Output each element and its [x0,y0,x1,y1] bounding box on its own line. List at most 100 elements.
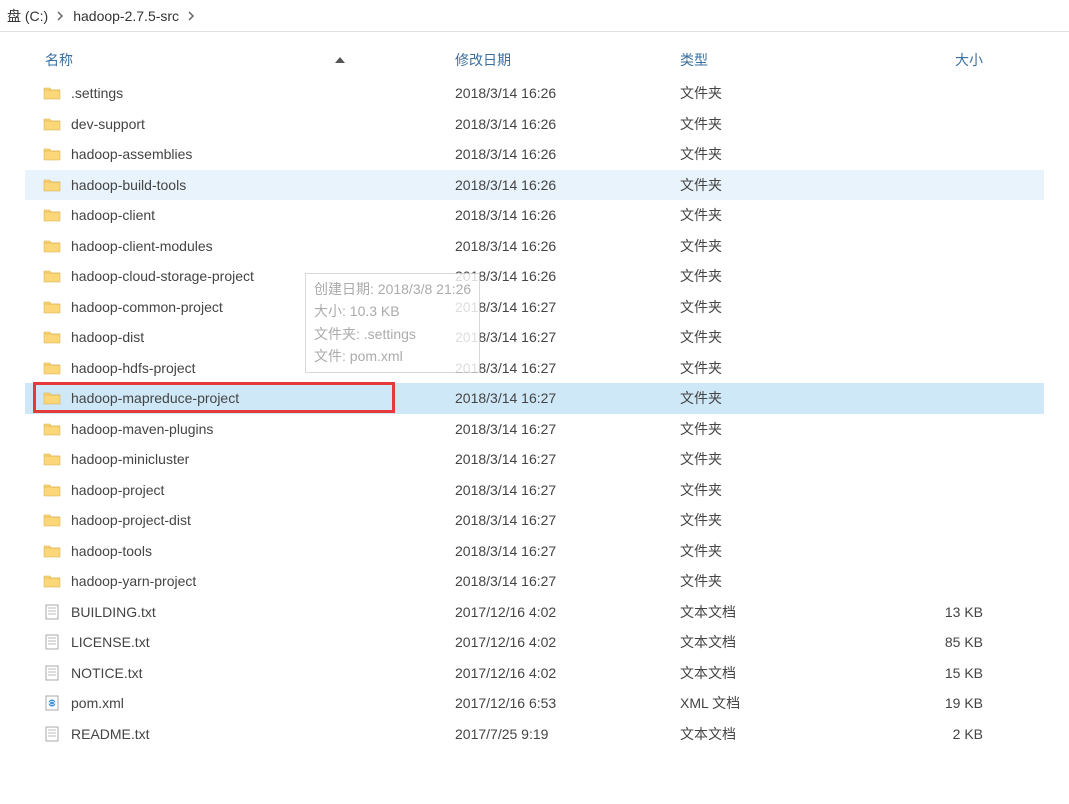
folder-icon [43,206,61,224]
file-size: 19 KB [880,695,995,711]
file-row[interactable]: hadoop-dist 2018/3/14 16:27文件夹 [25,322,1044,353]
column-header-type[interactable]: 类型 [680,50,880,70]
file-rows-container: 创建日期: 2018/3/8 21:26 大小: 10.3 KB 文件夹: .s… [25,78,1044,749]
file-list-panel: 名称 修改日期 类型 大小 创建日期: 2018/3/8 21:26 大小: 1… [0,32,1069,759]
file-row[interactable]: hadoop-client-modules2018/3/14 16:26文件夹 [25,231,1044,262]
file-date: 2018/3/14 16:27 [455,421,680,437]
folder-icon [43,176,61,194]
file-type: 文件夹 [680,388,880,408]
folder-icon [43,389,61,407]
file-date: 2018/3/14 16:27 [455,360,680,376]
file-type: 文件夹 [680,510,880,530]
file-type: 文件夹 [680,571,880,591]
file-date: 2018/3/14 16:27 [455,299,680,315]
file-row[interactable]: hadoop-tools2018/3/14 16:27文件夹 [25,536,1044,567]
file-row[interactable]: hadoop-cloud-storage-project2018/3/14 16… [25,261,1044,292]
file-row[interactable]: hadoop-yarn-project2018/3/14 16:27文件夹 [25,566,1044,597]
folder-icon [43,359,61,377]
file-row[interactable]: NOTICE.txt2017/12/16 4:02文本文档15 KB [25,658,1044,689]
file-date: 2018/3/14 16:26 [455,238,680,254]
file-name: hadoop-hdfs-project [71,360,196,376]
file-row[interactable]: README.txt2017/7/25 9:19文本文档2 KB [25,719,1044,750]
file-row[interactable]: BUILDING.txt2017/12/16 4:02文本文档13 KB [25,597,1044,628]
file-type: 文件夹 [680,480,880,500]
file-name: hadoop-mapreduce-project [71,390,239,406]
file-date: 2018/3/14 16:26 [455,85,680,101]
file-name: dev-support [71,116,145,132]
file-name: hadoop-assemblies [71,146,192,162]
file-type: XML 文档 [680,693,880,713]
file-date: 2018/3/14 16:27 [455,512,680,528]
file-row[interactable]: pom.xml2017/12/16 6:53XML 文档19 KB [25,688,1044,719]
file-size: 85 KB [880,634,995,650]
file-name: hadoop-project [71,482,164,498]
file-name: hadoop-dist [71,329,144,345]
file-date: 2018/3/14 16:27 [455,390,680,406]
folder-icon [43,572,61,590]
file-row[interactable]: LICENSE.txt 2017/12/16 4:02文本文档85 KB [25,627,1044,658]
file-date: 2018/3/14 16:27 [455,482,680,498]
file-row[interactable]: hadoop-project 2018/3/14 16:27文件夹 [25,475,1044,506]
file-row[interactable]: hadoop-project-dist2018/3/14 16:27文件夹 [25,505,1044,536]
file-row[interactable]: hadoop-hdfs-project 2018/3/14 16:27文件夹 [25,353,1044,384]
chevron-right-icon[interactable] [51,11,70,21]
file-type: 文本文档 [680,724,880,744]
column-header-name[interactable]: 名称 [25,50,455,70]
folder-icon [43,328,61,346]
column-headers: 名称 修改日期 类型 大小 [25,42,1044,78]
file-size: 2 KB [880,726,995,742]
file-type: 文件夹 [680,266,880,286]
file-type: 文本文档 [680,663,880,683]
file-row[interactable]: .settings 2018/3/14 16:26文件夹 [25,78,1044,109]
file-type: 文件夹 [680,327,880,347]
file-type: 文件夹 [680,83,880,103]
file-row[interactable]: hadoop-mapreduce-project 2018/3/14 16:27文… [25,383,1044,414]
file-type: 文件夹 [680,541,880,561]
file-row[interactable]: hadoop-common-project2018/3/14 16:27文件夹 [25,292,1044,323]
file-name: hadoop-maven-plugins [71,421,213,437]
folder-icon [43,542,61,560]
breadcrumb-drive[interactable]: 盘 (C:) [4,6,51,26]
folder-icon [43,237,61,255]
file-type: 文件夹 [680,144,880,164]
folder-icon [43,511,61,529]
file-date: 2018/3/14 16:27 [455,329,680,345]
file-name: hadoop-yarn-project [71,573,196,589]
file-name: .settings [71,85,123,101]
file-row[interactable]: hadoop-assemblies2018/3/14 16:26文件夹 [25,139,1044,170]
txt-icon [43,603,61,621]
file-date: 2017/12/16 4:02 [455,604,680,620]
file-name: hadoop-client [71,207,155,223]
file-name: hadoop-build-tools [71,177,186,193]
file-type: 文件夹 [680,297,880,317]
file-type: 文件夹 [680,419,880,439]
file-date: 2017/12/16 4:02 [455,634,680,650]
column-header-date[interactable]: 修改日期 [455,50,680,70]
file-name: BUILDING.txt [71,604,156,620]
file-name: NOTICE.txt [71,665,143,681]
txt-icon [43,664,61,682]
file-type: 文件夹 [680,236,880,256]
folder-icon [43,298,61,316]
folder-icon [43,267,61,285]
folder-icon [43,420,61,438]
file-row[interactable]: hadoop-maven-plugins 2018/3/14 16:27文件夹 [25,414,1044,445]
folder-icon [43,84,61,102]
file-name: README.txt [71,726,150,742]
file-row[interactable]: hadoop-minicluster2018/3/14 16:27文件夹 [25,444,1044,475]
file-name: LICENSE.txt [71,634,150,650]
file-size: 13 KB [880,604,995,620]
breadcrumb-folder[interactable]: hadoop-2.7.5-src [70,8,182,24]
file-row[interactable]: dev-support2018/3/14 16:26文件夹 [25,109,1044,140]
txt-icon [43,633,61,651]
chevron-right-icon[interactable] [182,11,201,21]
file-type: 文本文档 [680,632,880,652]
file-row[interactable]: hadoop-build-tools2018/3/14 16:26文件夹 [25,170,1044,201]
file-name: pom.xml [71,695,124,711]
file-date: 2018/3/14 16:26 [455,116,680,132]
column-header-size[interactable]: 大小 [880,50,995,70]
file-row[interactable]: hadoop-client2018/3/14 16:26文件夹 [25,200,1044,231]
breadcrumb[interactable]: 盘 (C:) hadoop-2.7.5-src [0,0,1069,32]
folder-icon [43,481,61,499]
file-type: 文件夹 [680,358,880,378]
